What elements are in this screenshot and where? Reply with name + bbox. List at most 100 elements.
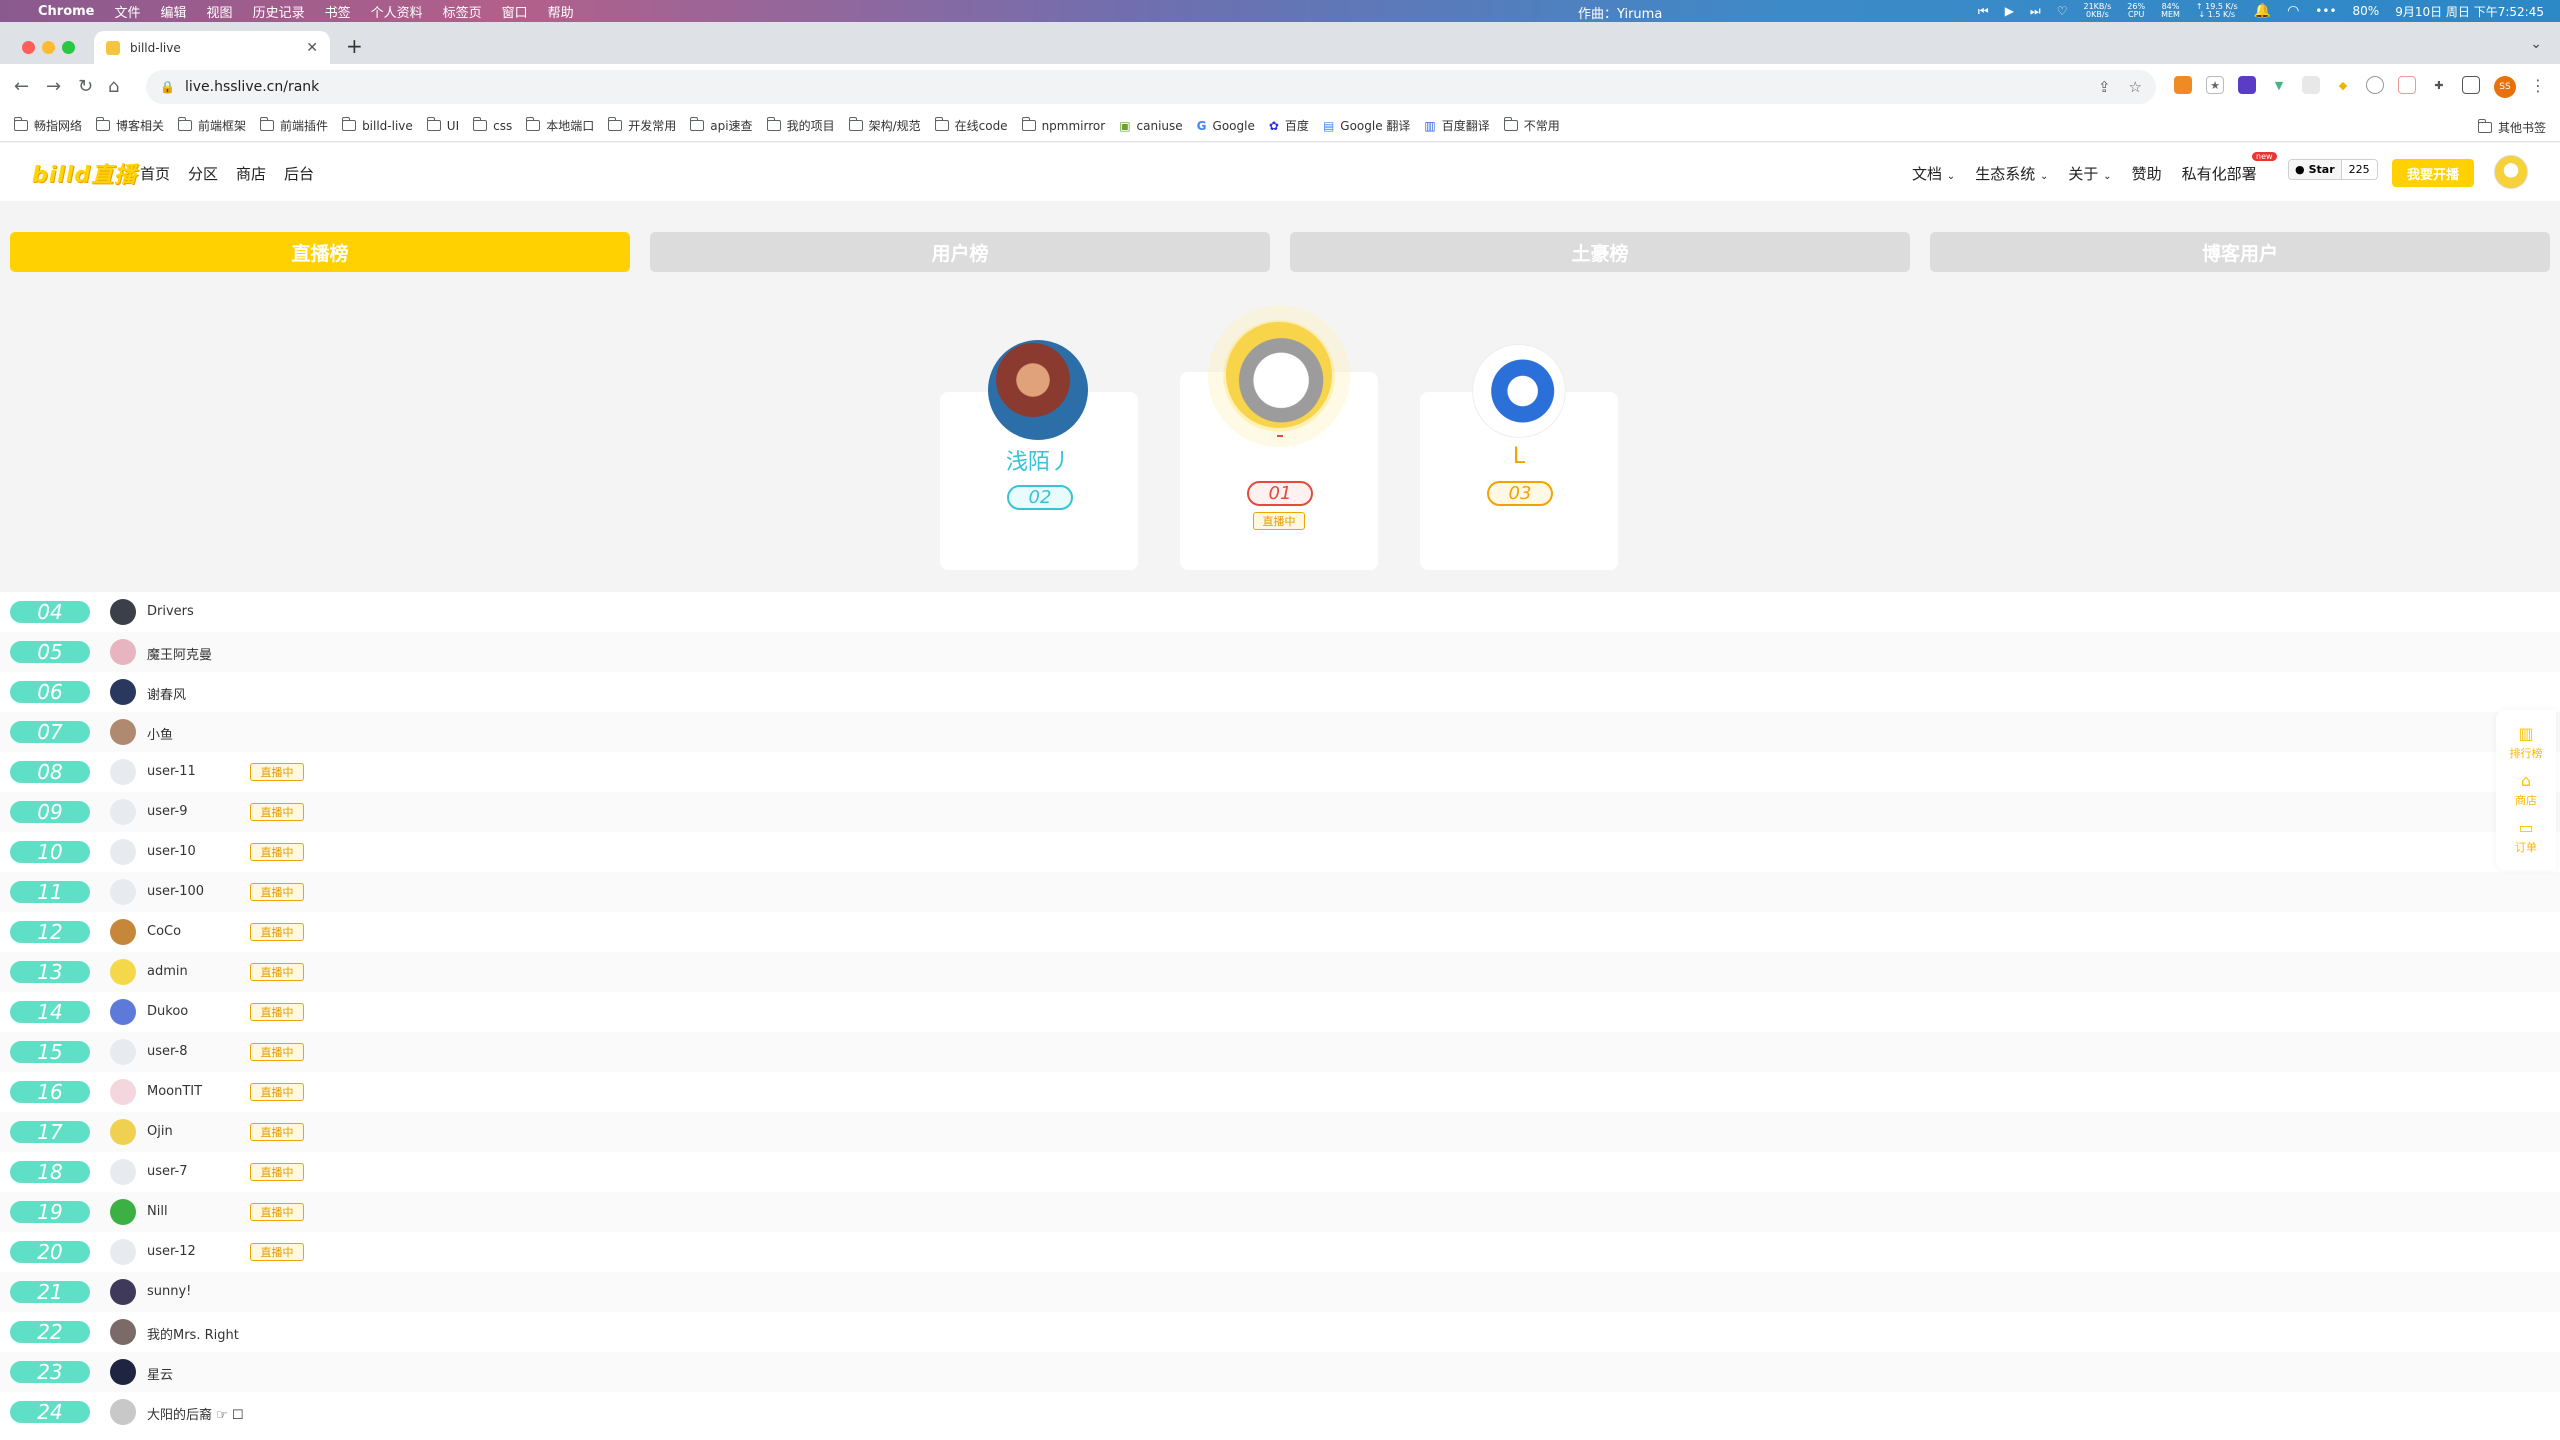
- avatar[interactable]: [110, 839, 136, 865]
- heart-icon[interactable]: ♡: [2057, 4, 2068, 18]
- avatar[interactable]: [110, 599, 136, 625]
- user-name[interactable]: user-100: [147, 884, 204, 899]
- rank-row[interactable]: 18 user-7 直播中: [0, 1152, 2560, 1192]
- rank-row[interactable]: 16 MoonTIT 直播中: [0, 1072, 2560, 1112]
- user-name[interactable]: sunny!: [147, 1284, 191, 1299]
- user-name[interactable]: CoCo: [147, 924, 181, 939]
- bookmark-link[interactable]: ▣ caniuse: [1119, 119, 1182, 133]
- bookmark-folder[interactable]: 架构/规范: [848, 117, 921, 134]
- bookmark-folder[interactable]: 我的项目: [766, 117, 835, 134]
- nav-sponsor[interactable]: 赞助: [2132, 163, 2162, 184]
- extension-icon[interactable]: [2302, 76, 2320, 94]
- rank-row[interactable]: 10 user-10 直播中: [0, 832, 2560, 872]
- avatar[interactable]: [110, 1399, 136, 1425]
- forward-icon[interactable]: →: [46, 76, 61, 97]
- avatar[interactable]: [110, 719, 136, 745]
- avatar[interactable]: [110, 679, 136, 705]
- menu-window[interactable]: 窗口: [502, 2, 528, 21]
- sidepanel-icon[interactable]: [2462, 76, 2480, 94]
- minimize-window-button[interactable]: [42, 41, 55, 54]
- avatar[interactable]: [110, 879, 136, 905]
- start-live-button[interactable]: 我要开播: [2392, 159, 2474, 187]
- lock-icon[interactable]: 🔒: [160, 80, 175, 94]
- maximize-window-button[interactable]: [62, 41, 75, 54]
- bookmark-folder[interactable]: 畅指网络: [14, 117, 82, 134]
- github-star-button[interactable]: ● Star 225: [2288, 159, 2378, 180]
- bookmark-folder[interactable]: 前端框架: [178, 117, 246, 134]
- extension-icon[interactable]: [2174, 76, 2192, 94]
- nav-docs[interactable]: 文档 ⌄: [1912, 163, 1955, 184]
- star-extension-icon[interactable]: ★: [2206, 76, 2224, 94]
- bookmark-link[interactable]: G Google: [1197, 119, 1255, 133]
- rank-row[interactable]: 11 user-100 直播中: [0, 872, 2560, 912]
- new-tab-button[interactable]: +: [346, 34, 363, 58]
- address-bar[interactable]: 🔒 live.hsslive.cn/rank ⇪ ☆: [146, 70, 2156, 104]
- avatar[interactable]: [110, 1199, 136, 1225]
- avatar[interactable]: [110, 1359, 136, 1385]
- rank-row[interactable]: 06 谢春风: [0, 672, 2560, 712]
- nav-ecosystem[interactable]: 生态系统 ⌄: [1975, 163, 2048, 184]
- back-icon[interactable]: ←: [14, 76, 29, 97]
- user-name[interactable]: 星云: [147, 1364, 173, 1383]
- user-name[interactable]: 魔王阿克曼: [147, 644, 212, 663]
- bookmark-folder[interactable]: 在线code: [934, 117, 1008, 134]
- user-avatar[interactable]: [2494, 155, 2528, 189]
- user-name[interactable]: user-7: [147, 1164, 188, 1179]
- avatar[interactable]: [110, 759, 136, 785]
- wifi-icon[interactable]: ◠: [2287, 3, 2299, 19]
- bookmark-link[interactable]: ▤ Google 翻译: [1323, 117, 1410, 134]
- tab-rich-rank[interactable]: 土豪榜: [1290, 232, 1910, 272]
- reload-icon[interactable]: ↻: [78, 76, 93, 97]
- avatar[interactable]: [110, 1239, 136, 1265]
- user-name[interactable]: 大阳的后裔 ☞ ☐: [147, 1404, 244, 1423]
- menu-help[interactable]: 帮助: [548, 2, 574, 21]
- profile-avatar[interactable]: SS: [2494, 76, 2516, 98]
- avatar[interactable]: [110, 999, 136, 1025]
- bookmark-folder[interactable]: api速查: [690, 117, 753, 134]
- nav-shop[interactable]: 商店: [236, 163, 266, 184]
- avatar[interactable]: [110, 1039, 136, 1065]
- close-window-button[interactable]: [22, 41, 35, 54]
- rank-row[interactable]: 24 大阳的后裔 ☞ ☐: [0, 1392, 2560, 1432]
- bookmark-folder[interactable]: npmmirror: [1021, 117, 1105, 133]
- side-order-button[interactable]: ▭ 订单: [2515, 818, 2537, 855]
- rank-row[interactable]: 19 Nill 直播中: [0, 1192, 2560, 1232]
- rank-row[interactable]: 21 sunny!: [0, 1272, 2560, 1312]
- user-name[interactable]: Ojin: [147, 1124, 173, 1139]
- rank-row[interactable]: 07 小鱼: [0, 712, 2560, 752]
- now-playing[interactable]: 作曲：Yiruma: [1578, 3, 1662, 22]
- rank-row[interactable]: 22 我的Mrs. Right: [0, 1312, 2560, 1352]
- nav-about[interactable]: 关于 ⌄: [2068, 163, 2111, 184]
- user-name[interactable]: Drivers: [147, 604, 194, 619]
- bookmark-folder[interactable]: css: [473, 117, 512, 133]
- media-play-icon[interactable]: ▶: [2005, 4, 2014, 18]
- rank-row[interactable]: 15 user-8 直播中: [0, 1032, 2560, 1072]
- extension-icon[interactable]: ◆: [2334, 76, 2352, 94]
- podium-avatar-first[interactable]: [1226, 322, 1332, 428]
- extension-icon[interactable]: [2366, 76, 2384, 94]
- bookmark-folder[interactable]: 博客相关: [96, 117, 164, 134]
- bookmark-link[interactable]: ▥ 百度翻译: [1424, 117, 1489, 134]
- avatar[interactable]: [110, 639, 136, 665]
- avatar[interactable]: [110, 1119, 136, 1145]
- user-name[interactable]: admin: [147, 964, 188, 979]
- extension-icon[interactable]: [2238, 76, 2256, 94]
- bookmark-folder[interactable]: 前端插件: [260, 117, 328, 134]
- bookmark-link[interactable]: ✿ 百度: [1269, 117, 1309, 134]
- menu-history[interactable]: 历史记录: [253, 2, 305, 21]
- avatar[interactable]: [110, 1079, 136, 1105]
- share-icon[interactable]: ⇪: [2098, 78, 2111, 96]
- side-shop-button[interactable]: ⌂ 商店: [2515, 771, 2537, 808]
- tab-user-rank[interactable]: 用户榜: [650, 232, 1270, 272]
- kebab-menu-icon[interactable]: ⋮: [2530, 76, 2546, 98]
- menu-edit[interactable]: 编辑: [161, 2, 187, 21]
- battery-level[interactable]: 80%: [2353, 4, 2380, 18]
- rank-row[interactable]: 04 Drivers: [0, 592, 2560, 632]
- user-name[interactable]: user-12: [147, 1244, 196, 1259]
- user-name[interactable]: user-11: [147, 764, 196, 779]
- user-name[interactable]: user-9: [147, 804, 188, 819]
- rank-row[interactable]: 17 Ojin 直播中: [0, 1112, 2560, 1152]
- side-rank-button[interactable]: ▥ 排行榜: [2510, 724, 2543, 761]
- rank-row[interactable]: 20 user-12 直播中: [0, 1232, 2560, 1272]
- bookmark-folder[interactable]: 开发常用: [608, 117, 676, 134]
